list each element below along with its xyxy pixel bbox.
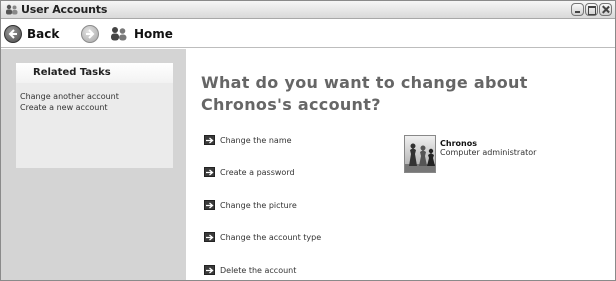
chess-account-picture	[404, 135, 436, 173]
close-button[interactable]	[599, 3, 612, 16]
main-content: What do you want to change about Chronos…	[186, 49, 615, 280]
account-type: Computer administrator	[440, 148, 537, 157]
minimize-button[interactable]	[571, 3, 584, 16]
account-card: Chronos Computer administrator	[404, 135, 604, 175]
arrow-right-icon	[204, 200, 215, 210]
action-label: Change the picture	[220, 200, 297, 210]
action-create-password[interactable]: Create a password	[204, 165, 295, 179]
maximize-button[interactable]	[585, 3, 598, 16]
related-tasks-panel: Related Tasks Change another account Cre…	[16, 63, 173, 168]
account-name: Chronos	[440, 139, 477, 148]
toolbar: Back Home	[1, 20, 615, 48]
window-controls	[571, 3, 612, 16]
arrow-right-icon	[204, 135, 215, 145]
forward-button[interactable]	[81, 24, 99, 44]
sidebar: Related Tasks Change another account Cre…	[1, 49, 186, 280]
forward-arrow-icon	[81, 25, 99, 43]
action-change-account-type[interactable]: Change the account type	[204, 230, 321, 244]
home-label: Home	[134, 27, 173, 41]
user-accounts-window: User Accounts Back Home Related Tasks Ch…	[0, 0, 616, 281]
action-delete-account[interactable]: Delete the account	[204, 263, 296, 277]
home-button[interactable]: Home	[109, 24, 173, 44]
action-change-name[interactable]: Change the name	[204, 133, 292, 147]
link-create-new-account[interactable]: Create a new account	[20, 102, 173, 113]
action-change-picture[interactable]: Change the picture	[204, 198, 297, 212]
title-bar[interactable]: User Accounts	[1, 1, 615, 19]
user-accounts-icon	[6, 4, 18, 15]
arrow-right-icon	[204, 232, 215, 242]
back-label: Back	[27, 27, 60, 41]
users-home-icon	[111, 27, 127, 41]
action-label: Change the account type	[220, 232, 322, 242]
action-label: Change the name	[220, 135, 292, 145]
arrow-right-icon	[204, 265, 215, 275]
related-tasks-title: Related Tasks	[16, 63, 173, 83]
page-title: What do you want to change about Chronos…	[201, 73, 528, 114]
arrow-right-icon	[204, 167, 215, 177]
related-tasks-list: Change another account Create a new acco…	[16, 83, 173, 113]
window-title: User Accounts	[21, 3, 108, 16]
action-label: Delete the account	[220, 265, 297, 275]
action-label: Create a password	[220, 167, 295, 177]
link-change-another-account[interactable]: Change another account	[20, 91, 173, 102]
back-button[interactable]: Back	[4, 24, 59, 44]
back-arrow-icon	[4, 25, 22, 43]
